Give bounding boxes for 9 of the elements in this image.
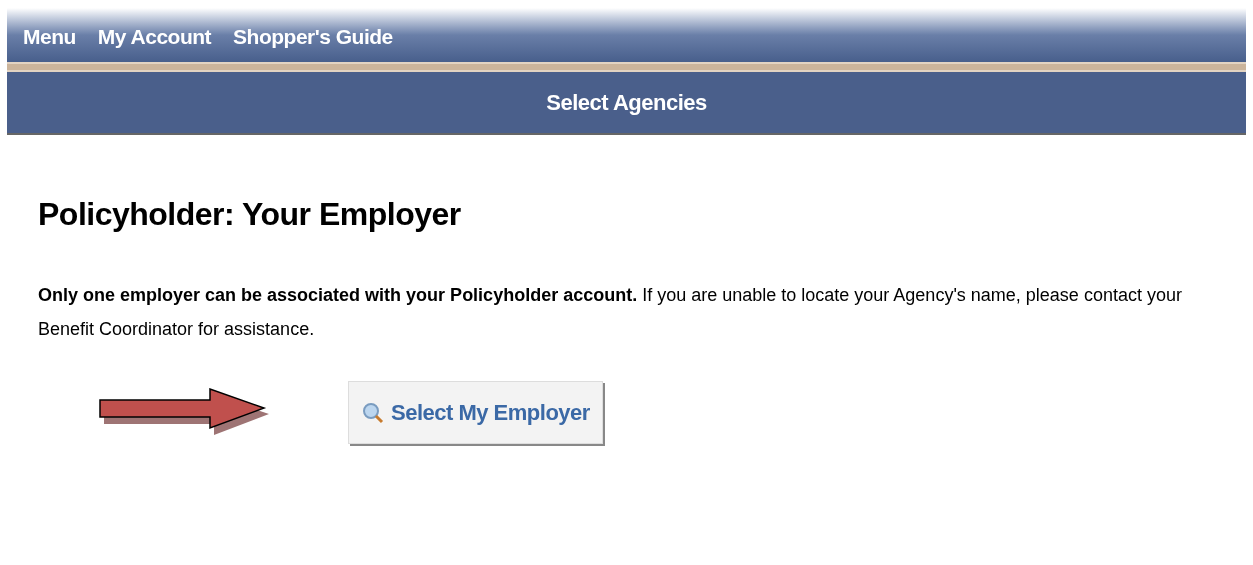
arrow-icon — [99, 387, 269, 435]
nav-link[interactable]: Menu — [23, 20, 76, 52]
banner-title: Select Agencies — [546, 89, 707, 117]
magnifier-icon — [361, 400, 385, 425]
info-message: Only one employer can be associated with your Policyholder account. If you are unable to locate your Agency's name, please contact your Benefit Coordinator for assistance. — [38, 284, 1183, 341]
select-employer-button[interactable]: Select My Employer — [348, 381, 603, 444]
page-heading: Policyholder: Your Employer — [38, 195, 461, 234]
nav-link[interactable]: My Account — [97, 20, 212, 52]
nav-link[interactable]: Shopper's Guide — [233, 20, 393, 52]
